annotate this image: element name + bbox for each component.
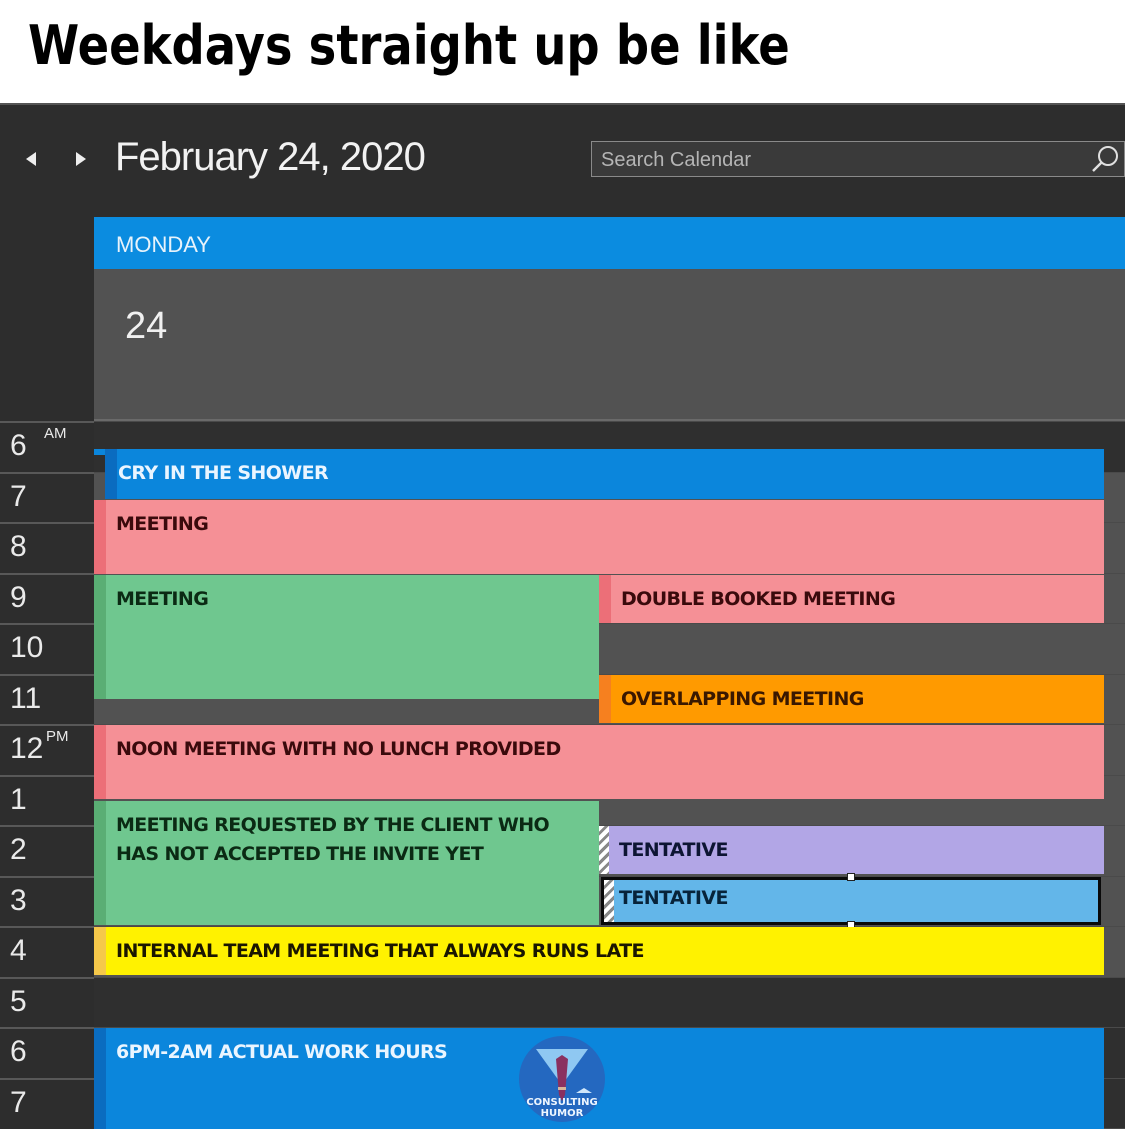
day-all-day-area[interactable]: 24 <box>94 269 1125 421</box>
arrow-right-icon <box>76 152 86 166</box>
hour-gridline <box>94 421 1125 422</box>
hour-number: 5 <box>10 984 27 1018</box>
hour-label-row: 11 <box>0 673 94 724</box>
hour-number: 6 <box>10 429 27 462</box>
event-color-bar <box>94 725 106 799</box>
hour-label-row: 3 <box>0 875 94 926</box>
hour-number: 7 <box>10 479 27 513</box>
event-color-bar <box>599 575 611 623</box>
resize-handle[interactable] <box>847 873 855 881</box>
search-input[interactable] <box>592 142 1093 178</box>
day-grid[interactable]: CRY IN THE SHOWER MEETING MEETING DOUBLE BO… <box>94 421 1125 1129</box>
event-tentative-2[interactable]: TENTATIVE <box>601 877 1101 925</box>
consulting-humor-logo: CONSULTING HUMOR <box>519 1036 605 1122</box>
tentative-stripe-icon <box>604 880 614 922</box>
event-title: INTERNAL TEAM MEETING THAT ALWAYS RUNS L… <box>116 940 644 962</box>
hour-gridline <box>94 976 1125 978</box>
search-box <box>591 141 1125 178</box>
hour-label-row: 2 <box>0 825 94 875</box>
event-meeting-7[interactable]: MEETING <box>94 500 1104 574</box>
hour-label-row: 7 <box>0 471 94 522</box>
hour-label-row: 10 <box>0 623 94 673</box>
event-title: CRY IN THE SHOWER <box>118 462 329 484</box>
event-title: MEETING REQUESTED BY THE CLIENT WHO HAS … <box>116 814 550 865</box>
event-noon-meeting[interactable]: NOON MEETING WITH NO LUNCH PROVIDED <box>94 725 1104 799</box>
event-title: DOUBLE BOOKED MEETING <box>621 588 896 610</box>
event-title: MEETING <box>116 588 209 610</box>
hour-label-row: 1 <box>0 774 94 825</box>
event-client-meeting[interactable]: MEETING REQUESTED BY THE CLIENT WHO HAS … <box>94 801 599 925</box>
event-color-bar <box>94 575 106 699</box>
event-internal-team[interactable]: INTERNAL TEAM MEETING THAT ALWAYS RUNS L… <box>94 927 1104 975</box>
event-overlapping[interactable]: OVERLAPPING MEETING <box>599 675 1104 723</box>
search-icon[interactable] <box>1090 144 1120 174</box>
hour-number: 9 <box>10 580 27 614</box>
event-color-bar <box>94 927 106 975</box>
event-title: TENTATIVE <box>619 839 728 861</box>
event-cry-in-the-shower[interactable]: CRY IN THE SHOWER <box>105 449 1104 499</box>
arrow-left-icon <box>26 152 36 166</box>
event-color-bar <box>94 801 106 925</box>
hour-number: 3 <box>10 883 27 917</box>
hour-label-row: 6 AM <box>0 421 94 471</box>
event-tentative-1[interactable]: TENTATIVE <box>599 826 1104 874</box>
event-title: NOON MEETING WITH NO LUNCH PROVIDED <box>116 738 561 760</box>
logo-line2: HUMOR <box>541 1108 584 1119</box>
event-color-bar <box>94 1028 106 1129</box>
logo-line1: CONSULTING <box>526 1097 597 1108</box>
meme-caption: Weekdays straight up be like <box>28 14 790 77</box>
event-double-booked[interactable]: DOUBLE BOOKED MEETING <box>599 575 1104 623</box>
date-title: February 24, 2020 <box>115 135 426 179</box>
hour-label-row: 7 <box>0 1077 94 1128</box>
day-name: MONDAY <box>116 232 211 257</box>
hour-ampm: AM <box>44 425 67 442</box>
hour-label-row: 4 <box>0 926 94 976</box>
previous-day-button[interactable] <box>26 151 42 167</box>
hour-number: 11 <box>10 681 42 715</box>
hour-number: 6 <box>10 1035 27 1068</box>
hour-number: 2 <box>10 833 27 866</box>
event-color-bar <box>94 500 106 574</box>
hour-number: 7 <box>10 1085 27 1119</box>
hour-label-row: 9 <box>0 572 94 623</box>
event-start-marker <box>94 449 105 455</box>
hour-number: 10 <box>10 631 44 664</box>
hour-number: 4 <box>10 934 27 967</box>
event-color-bar <box>105 449 117 499</box>
tentative-stripe-icon <box>599 826 609 874</box>
hour-label-row: 12 PM <box>0 724 94 774</box>
event-title: TENTATIVE <box>619 887 728 909</box>
calendar-app: February 24, 2020 MONDAY 24 6AM789101112… <box>0 103 1125 1129</box>
day-header[interactable]: MONDAY <box>94 217 1125 269</box>
hour-number: 8 <box>10 530 27 563</box>
day-number: 24 <box>125 305 168 347</box>
event-title: MEETING <box>116 513 209 535</box>
hour-label-row: 5 <box>0 976 94 1027</box>
hour-ampm: PM <box>46 728 69 745</box>
hour-number: 12 <box>10 732 44 765</box>
event-meeting-9[interactable]: MEETING <box>94 575 599 699</box>
event-color-bar <box>599 675 611 723</box>
event-title: OVERLAPPING MEETING <box>621 688 864 710</box>
hour-label-row: 8 <box>0 522 94 572</box>
hour-label-row: 6 <box>0 1027 94 1077</box>
hour-number: 1 <box>10 782 27 816</box>
next-day-button[interactable] <box>76 151 92 167</box>
